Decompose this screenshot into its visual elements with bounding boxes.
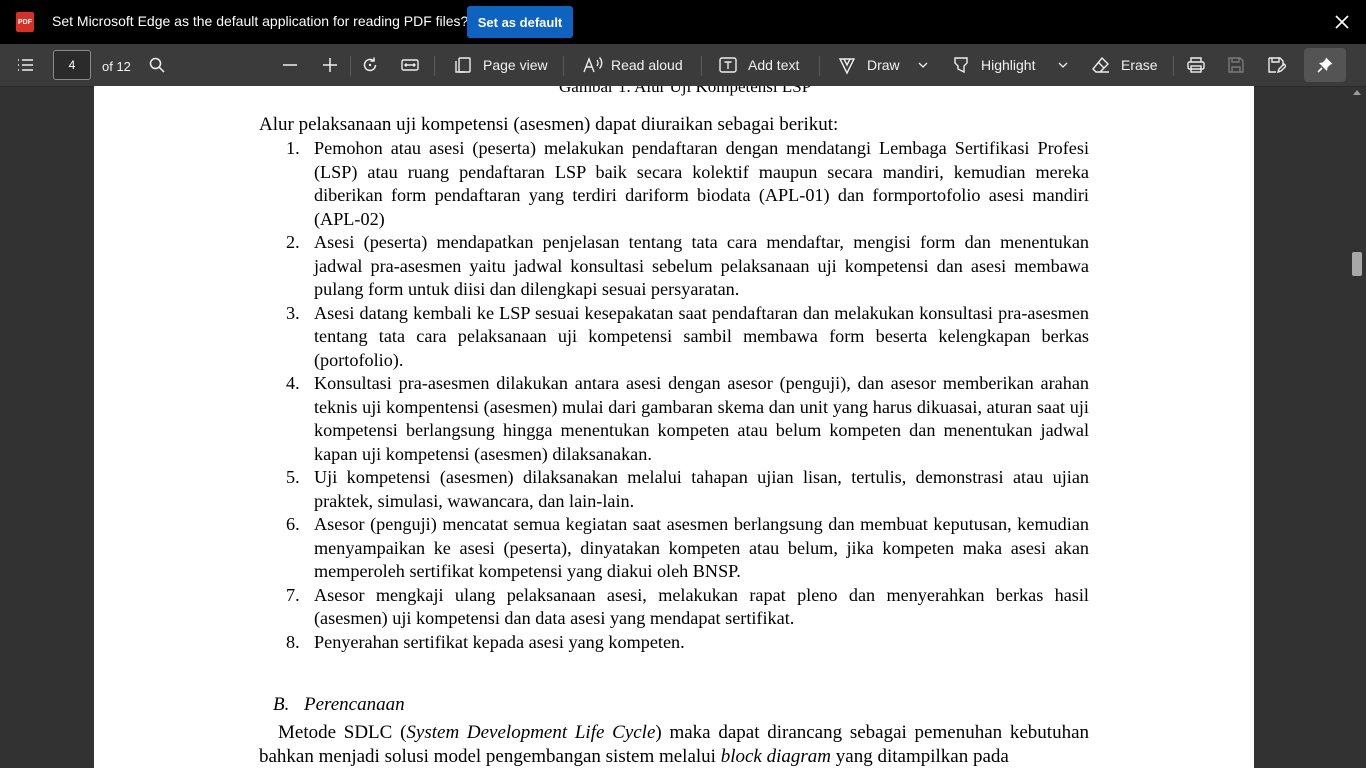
page-view-button[interactable]: Page view [483, 56, 548, 74]
add-text-button[interactable]: Add text [748, 56, 799, 74]
list-item: 8. Penyerahan sertifikat kepada asesi yan… [286, 631, 685, 652]
list-item: 6. Asesor (penguji) mencatat semua kegiat… [286, 514, 1089, 581]
chevron-down-icon[interactable] [1052, 54, 1074, 76]
list-item: 5. Uji kompetensi (asesmen) dilaksanakan … [286, 467, 1089, 511]
zoom-out-icon[interactable] [279, 54, 301, 76]
toolbar-divider [563, 56, 564, 76]
pdf-file-icon: PDF [16, 12, 34, 32]
vertical-scrollbar[interactable] [1350, 86, 1366, 768]
rotate-icon[interactable] [359, 54, 381, 76]
chevron-down-icon[interactable] [912, 54, 934, 76]
list-item: 3. Asesi datang kembali ke LSP sesuai kes… [286, 302, 1089, 370]
read-aloud-icon[interactable] [582, 54, 604, 76]
set-as-default-button[interactable]: Set as default [467, 6, 573, 38]
section-heading: B. Perencanaan [273, 694, 405, 715]
pdf-toolbar: of 12 Page view Read aloud Add text Draw… [0, 44, 1366, 87]
pdf-page: Gambar 1. Alur Uji Kompetensi LSP Alur p… [94, 86, 1254, 768]
fit-to-width-icon[interactable] [399, 54, 421, 76]
draw-button[interactable]: Draw [867, 56, 900, 74]
notification-message: Set Microsoft Edge as the default applic… [52, 13, 469, 29]
close-icon[interactable] [1332, 12, 1352, 32]
page-view-icon[interactable] [452, 54, 474, 76]
zoom-in-icon[interactable] [319, 54, 341, 76]
toolbar-divider [350, 56, 351, 76]
list-item: 2. Asesi (peserta) mendapatkan penjelasan… [286, 232, 1089, 299]
erase-button[interactable]: Erase [1121, 56, 1158, 74]
eraser-icon[interactable] [1090, 54, 1112, 76]
assessment-steps-list: 1. Pemohon atau asesi (peserta) melakukan… [284, 137, 1089, 654]
toolbar-divider [701, 56, 702, 76]
print-icon[interactable] [1185, 54, 1207, 76]
list-item: 7. Asesor mengkaji ulang pelaksanaan ases… [286, 584, 1089, 629]
search-icon[interactable] [146, 54, 168, 76]
scrollbar-thumb[interactable] [1352, 252, 1362, 276]
pin-icon [1317, 57, 1333, 73]
read-aloud-button[interactable]: Read aloud [611, 56, 683, 74]
default-app-notification-bar: PDF Set Microsoft Edge as the default ap… [0, 0, 1366, 44]
intro-paragraph: Alur pelaksanaan uji kompetensi (asesmen… [259, 114, 839, 135]
body-paragraph: Metode SDLC (System Development Life Cyc… [259, 722, 1090, 767]
highlight-icon[interactable] [950, 54, 972, 76]
save-as-icon[interactable] [1265, 54, 1287, 76]
highlight-button[interactable]: Highlight [981, 56, 1035, 74]
add-text-icon[interactable] [717, 54, 739, 76]
toolbar-divider [1173, 56, 1174, 76]
pin-toolbar-button[interactable] [1304, 48, 1346, 82]
save-icon[interactable] [1225, 54, 1247, 76]
toolbar-divider [819, 56, 820, 76]
page-total-label: of 12 [102, 58, 131, 74]
list-item: 1. Pemohon atau asesi (peserta) melakukan… [286, 138, 1089, 229]
figure-caption: Gambar 1. Alur Uji Kompetensi LSP [559, 86, 812, 96]
toolbar-divider [434, 56, 435, 76]
scroll-up-arrow-icon[interactable] [1353, 90, 1361, 95]
draw-icon[interactable] [836, 54, 858, 76]
list-item: 4. Konsultasi pra-asesmen dilakukan antar… [286, 373, 1089, 464]
page-number-input[interactable]: 4 [53, 50, 91, 80]
table-of-contents-icon[interactable] [14, 54, 36, 76]
